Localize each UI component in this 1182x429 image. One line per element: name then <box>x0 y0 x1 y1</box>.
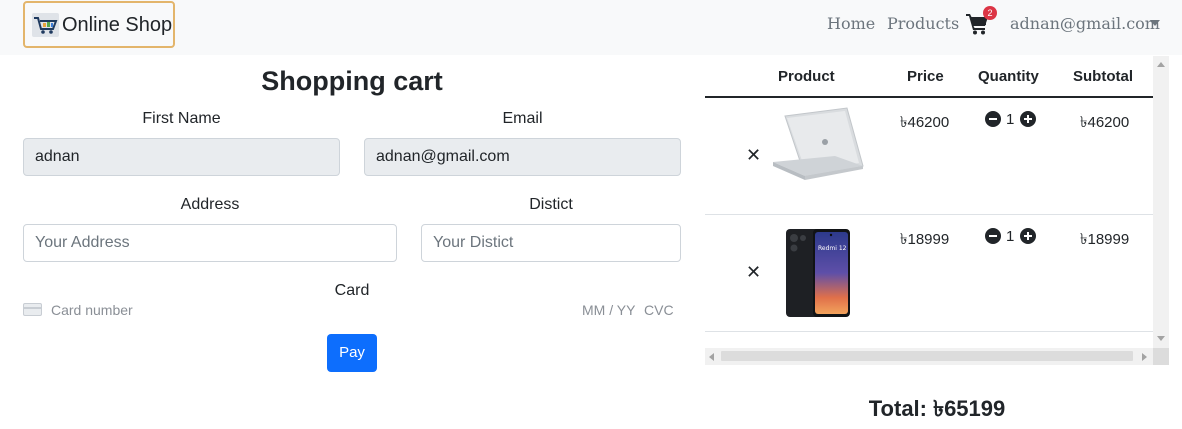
plus-circle-icon[interactable] <box>1020 228 1036 244</box>
cart-count-badge: 2 <box>983 6 997 20</box>
svg-text:Redmi 12: Redmi 12 <box>818 245 847 252</box>
phone-product-image: Redmi 12 <box>786 229 850 317</box>
scroll-right-icon[interactable] <box>1142 353 1147 361</box>
laptop-product-image <box>773 107 864 180</box>
district-label: Distict <box>529 196 573 213</box>
district-field[interactable]: Your Distict <box>421 224 681 262</box>
scroll-down-icon[interactable] <box>1157 336 1165 341</box>
table-header-divider <box>705 96 1153 98</box>
card-label: Card <box>334 282 370 299</box>
horizontal-scrollbar[interactable] <box>705 348 1153 365</box>
scroll-left-icon[interactable] <box>709 353 714 361</box>
brand-link[interactable]: Online Shop <box>23 1 175 48</box>
header-product: Product <box>778 68 835 85</box>
vertical-scroll-thumb[interactable] <box>1156 72 1166 330</box>
header-subtotal: Subtotal <box>1073 68 1133 85</box>
nav-home-link[interactable]: Home <box>827 15 875 33</box>
remove-item-button[interactable]: ✕ <box>746 145 761 166</box>
vertical-scrollbar[interactable] <box>1153 56 1169 348</box>
email-label: Email <box>502 110 543 127</box>
address-label: Address <box>180 196 240 213</box>
minus-circle-icon[interactable] <box>985 228 1001 244</box>
row-divider <box>705 214 1153 215</box>
address-field[interactable]: Your Address <box>23 224 397 262</box>
horizontal-scroll-thumb[interactable] <box>721 351 1133 361</box>
nav-products-link[interactable]: Products <box>887 15 959 33</box>
card-icon <box>23 303 42 316</box>
cart-total: Total: ৳65199 <box>868 396 1006 421</box>
product-price: ৳18999 <box>900 231 950 248</box>
cart-button[interactable]: 2 <box>966 6 997 35</box>
scroll-up-icon[interactable] <box>1157 62 1165 67</box>
navbar: Online Shop Home Products 2 adnan@gmail.… <box>0 0 1182 55</box>
header-quantity: Quantity <box>978 68 1039 85</box>
plus-circle-icon[interactable] <box>1020 111 1036 127</box>
brand-name: Online Shop <box>62 13 173 36</box>
user-menu-toggle[interactable]: adnan@gmail.com <box>1010 15 1160 33</box>
remove-item-button[interactable]: ✕ <box>746 262 761 283</box>
quantity-value: 1 <box>1006 111 1015 128</box>
quantity-value: 1 <box>1006 228 1015 245</box>
shop-logo-icon <box>32 12 59 37</box>
card-number-input[interactable]: Card number <box>51 302 133 318</box>
pay-button[interactable]: Pay <box>327 334 377 372</box>
first-name-label: First Name <box>142 110 221 127</box>
email-field[interactable]: adnan@gmail.com <box>364 138 681 176</box>
header-price: Price <box>907 68 944 85</box>
product-subtotal: ৳46200 <box>1080 114 1130 131</box>
row-divider <box>705 331 1153 332</box>
minus-circle-icon[interactable] <box>985 111 1001 127</box>
page-title: Shopping cart <box>261 66 443 96</box>
card-expiry-input[interactable]: MM / YY <box>582 302 635 318</box>
card-element[interactable]: Card number MM / YY CVC <box>23 300 681 320</box>
first-name-field[interactable]: adnan <box>23 138 340 176</box>
product-price: ৳46200 <box>900 114 950 131</box>
product-subtotal: ৳18999 <box>1080 231 1130 248</box>
cart-table: Product Price Quantity Subtotal ✕ ৳46200… <box>705 56 1169 365</box>
scrollbar-corner <box>1153 348 1169 365</box>
card-cvc-input[interactable]: CVC <box>644 302 674 318</box>
caret-down-icon[interactable] <box>1150 20 1160 26</box>
